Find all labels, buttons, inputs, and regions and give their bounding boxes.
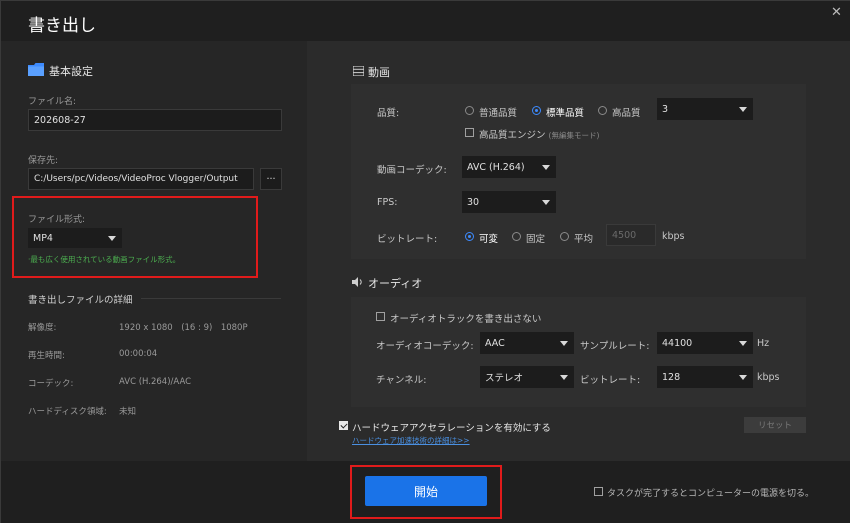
audio-section-title: オーディオ [368, 277, 423, 290]
chevron-down-icon [739, 107, 747, 112]
close-icon[interactable]: ✕ [831, 5, 842, 20]
video-codec-label: 動画コーデック: [377, 165, 447, 176]
hardware-accel-label: ハードウェアアクセラレーションを有効にする [352, 423, 551, 434]
output-settings-panel: 動画 品質: 普通品質 標準品質 高品質 3 高品質エンジン (無編集モード) … [307, 41, 850, 461]
audio-bitrate-label: ビットレート: [580, 375, 641, 386]
bitrate-unit: kbps [662, 231, 685, 242]
hq-engine-label: 高品質エンジン (無編集モード) [479, 130, 600, 141]
title-bar: 書き出し ✕ [1, 1, 850, 41]
audio-bitrate-value: 128 [662, 371, 681, 383]
quality-normal-radio[interactable] [465, 106, 474, 115]
shutdown-checkbox[interactable] [594, 487, 603, 496]
detail-key: ハードディスク領域: [28, 407, 107, 417]
start-highlight-box [350, 465, 502, 519]
detail-value: 00:00:04 [119, 349, 158, 359]
bitrate-average-label: 平均 [574, 234, 594, 245]
hq-engine-checkbox[interactable] [465, 128, 474, 137]
audio-codec-label: オーディオコーデック: [376, 341, 474, 352]
bitrate-value-input[interactable]: 4500 [606, 224, 656, 246]
audio-codec-value: AAC [485, 337, 505, 349]
reset-button[interactable]: リセット [744, 417, 806, 433]
browse-button[interactable]: ··· [260, 168, 282, 190]
hardware-accel-link[interactable]: ハードウェア加速技術の詳細は>> [352, 435, 470, 446]
save-path-label: 保存先: [28, 156, 59, 166]
quality-high-label: 高品質 [612, 108, 641, 119]
quality-normal-label: 普通品質 [479, 108, 518, 119]
video-icon [353, 66, 364, 76]
chevron-down-icon [542, 165, 550, 170]
audio-settings-box: オーディオトラックを書き出さない オーディオコーデック: AAC サンプルレート… [351, 297, 806, 407]
sample-rate-label: サンプルレート: [580, 341, 650, 352]
save-path-input[interactable]: C:/Users/pc/Videos/VideoProc Vlogger/Out… [28, 168, 254, 190]
export-dialog: 書き出し ✕ 基本設定 ファイル名: 202608-27 保存先: C:/Use… [0, 0, 850, 523]
file-name-input[interactable]: 202608-27 [28, 109, 282, 131]
chevron-down-icon [739, 341, 747, 346]
video-codec-value: AVC (H.264) [467, 161, 525, 173]
quality-standard-label: 標準品質 [546, 108, 585, 119]
hardware-accel-checkbox[interactable] [339, 421, 348, 430]
video-settings-box: 品質: 普通品質 標準品質 高品質 3 高品質エンジン (無編集モード) 動画コ… [351, 84, 806, 259]
channel-select[interactable]: ステレオ [480, 366, 574, 388]
detail-value: 未知 [119, 407, 137, 417]
quality-level-value: 3 [662, 103, 669, 115]
chevron-down-icon [739, 375, 747, 380]
details-title: 書き出しファイルの詳細 [28, 295, 133, 306]
sample-rate-select[interactable]: 44100 [657, 332, 753, 354]
audio-bitrate-select[interactable]: 128 [657, 366, 753, 388]
chevron-down-icon [560, 341, 568, 346]
basic-settings-panel: 基本設定 ファイル名: 202608-27 保存先: C:/Users/pc/V… [1, 41, 307, 461]
chevron-down-icon [542, 200, 550, 205]
speaker-icon [352, 277, 362, 287]
no-audio-label: オーディオトラックを書き出さない [390, 314, 542, 325]
folder-icon [28, 63, 44, 76]
video-section-title: 動画 [368, 66, 390, 79]
detail-value: AVC (H.264)/AAC [119, 377, 192, 387]
divider [141, 298, 281, 299]
channel-label: チャンネル: [376, 375, 427, 386]
detail-key: コーデック: [28, 379, 74, 389]
bitrate-variable-label: 可変 [479, 234, 499, 245]
dialog-title: 書き出し [28, 16, 96, 36]
no-audio-checkbox[interactable] [376, 312, 385, 321]
bitrate-average-radio[interactable] [560, 232, 569, 241]
chevron-down-icon [560, 375, 568, 380]
footer-bar: 開始 タスクが完了するとコンピューターの電源を切る。 [1, 461, 850, 523]
sample-rate-value: 44100 [662, 337, 693, 349]
quality-level-select[interactable]: 3 [657, 98, 753, 120]
detail-key: 解像度: [28, 323, 57, 333]
shutdown-label: タスクが完了するとコンピューターの電源を切る。 [607, 489, 815, 499]
audio-codec-select[interactable]: AAC [480, 332, 574, 354]
fps-label: FPS: [377, 197, 398, 208]
fps-value: 30 [467, 196, 480, 208]
file-name-label: ファイル名: [28, 97, 77, 107]
quality-label: 品質: [377, 108, 400, 119]
detail-value: 1920 x 1080 (16 : 9) 1080P [119, 323, 248, 333]
basic-settings-title: 基本設定 [49, 65, 93, 78]
format-highlight-box [12, 196, 258, 278]
sample-rate-unit: Hz [757, 338, 770, 349]
fps-select[interactable]: 30 [462, 191, 556, 213]
video-bitrate-label: ビットレート: [377, 234, 438, 245]
video-codec-select[interactable]: AVC (H.264) [462, 156, 556, 178]
bitrate-variable-radio[interactable] [465, 232, 474, 241]
bitrate-constant-label: 固定 [526, 234, 546, 245]
channel-value: ステレオ [485, 373, 524, 384]
quality-high-radio[interactable] [598, 106, 607, 115]
audio-bitrate-unit: kbps [757, 372, 780, 383]
bitrate-constant-radio[interactable] [512, 232, 521, 241]
quality-standard-radio[interactable] [532, 106, 541, 115]
detail-key: 再生時間: [28, 351, 65, 361]
